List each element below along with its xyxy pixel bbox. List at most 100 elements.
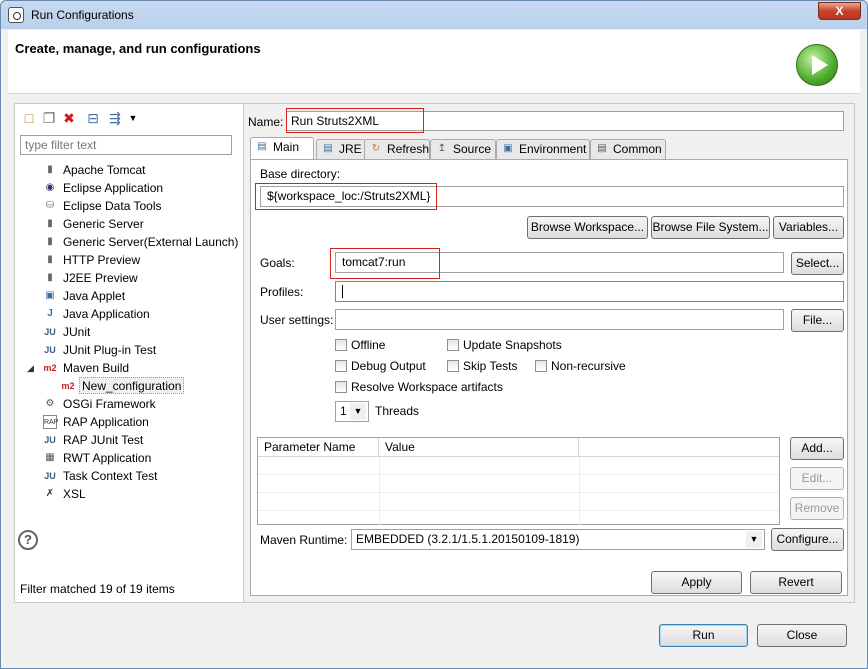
tree-item-eclipse-data-tools[interactable]: ⛁ Eclipse Data Tools [15,197,243,215]
delete-config-icon[interactable]: ✖ [61,110,77,126]
junit-plugin-icon: JU [44,345,56,355]
parameters-table[interactable]: Parameter Name Value [257,437,780,525]
tree-item-generic-server[interactable]: ▮ Generic Server [15,215,243,233]
browse-file-system-button[interactable]: Browse File System... [651,216,770,239]
tree-item-label: RWT Application [63,451,152,465]
tree-item-label: Apache Tomcat [63,163,146,177]
tree-item-rap-application[interactable]: RAP RAP Application [15,413,243,431]
close-window-button[interactable]: X [818,2,861,20]
base-directory-input[interactable]: ${workspace_loc:/Struts2XML} [260,186,844,207]
variables-button[interactable]: Variables... [773,216,844,239]
tree-item-task-context-test[interactable]: JU Task Context Test [15,467,243,485]
tree-item-j2ee-preview[interactable]: ▮ J2EE Preview [15,269,243,287]
text-caret [342,285,343,299]
tree-item-xsl[interactable]: ✗ XSL [15,485,243,503]
expanded-twisty-icon[interactable]: ◢ [27,359,37,377]
help-icon[interactable]: ? [18,530,38,550]
tab-common[interactable]: ▤ Common [590,139,666,159]
duplicate-config-icon[interactable]: ❐ [41,110,57,126]
browse-workspace-button[interactable]: Browse Workspace... [527,216,648,239]
tree-item-label: Java Applet [63,289,126,303]
tree-item-label: Eclipse Application [63,181,164,195]
edit-parameter-button[interactable]: Edit... [790,467,844,490]
tree-item-http-preview[interactable]: ▮ HTTP Preview [15,251,243,269]
tree-item-junit-plugin-test[interactable]: JU JUnit Plug-in Test [15,341,243,359]
file-button[interactable]: File... [791,309,844,332]
tree-item-label: Java Application [63,307,150,321]
header-divider [258,456,779,457]
apply-button[interactable]: Apply [651,571,742,594]
new-config-icon[interactable]: □ [21,110,37,126]
param-name-header[interactable]: Parameter Name [258,438,379,456]
update-snapshots-checkbox[interactable]: Update Snapshots [447,337,562,353]
offline-checkbox[interactable]: Offline [335,337,385,353]
tree-item-generic-server-external[interactable]: ▮ Generic Server(External Launch) [15,233,243,251]
user-settings-input[interactable] [335,309,784,330]
checkbox-box [335,381,347,393]
refresh-icon: ↻ [371,143,381,154]
tree-item-label: RAP JUnit Test [63,433,144,447]
dialog-heading: Create, manage, and run configurations [15,41,261,56]
tab-refresh[interactable]: ↻ Refresh [364,139,430,159]
close-button[interactable]: Close [757,624,847,647]
collapse-all-icon[interactable]: ⊟ [85,110,101,126]
main-tab-icon: ▤ [257,141,267,152]
goals-input[interactable]: tomcat7:run [335,252,784,273]
config-tabs: ▤ Main ▤ JRE ↻ Refresh ↥ Source ▣ Enviro… [250,137,850,160]
maven-icon: m2 [61,381,75,391]
tree-item-maven-build[interactable]: ◢ m2 Maven Build [15,359,243,377]
profiles-input[interactable] [335,281,844,302]
title-bar: Run Configurations X [1,1,867,29]
dialog-header: Create, manage, and run configurations [8,30,860,94]
tab-jre[interactable]: ▤ JRE [316,139,366,159]
remove-parameter-button[interactable]: Remove [790,497,844,520]
jre-icon: ▤ [323,143,333,154]
tab-source[interactable]: ↥ Source [430,139,496,159]
chevron-down-icon: ▼ [350,403,366,420]
tab-environment[interactable]: ▣ Environment [496,139,590,159]
checkbox-label: Update Snapshots [463,338,562,352]
tree-item-label: JUnit Plug-in Test [63,343,157,357]
skip-tests-checkbox[interactable]: Skip Tests [447,358,517,374]
resolve-workspace-checkbox[interactable]: Resolve Workspace artifacts [335,379,503,395]
chevron-down-icon[interactable]: ▼ [125,110,141,126]
revert-button[interactable]: Revert [750,571,842,594]
dialog-body: □ ❐ ✖ ⊟ ⇶ ▼ ▮ Apache Tomcat ◉ Eclipse Ap… [8,95,860,655]
osgi-icon: ⚙ [45,398,55,409]
debug-output-checkbox[interactable]: Debug Output [335,358,426,374]
checkbox-label: Offline [351,338,386,352]
maven-runtime-select[interactable]: EMBEDDED (3.2.1/1.5.1.20150109-1819) ▼ [351,529,765,550]
tree-item-label: Generic Server [63,217,144,231]
name-input[interactable]: Run Struts2XML [286,111,844,131]
checkbox-label: Resolve Workspace artifacts [351,380,503,394]
name-label: Name: [248,115,284,129]
configure-runtime-button[interactable]: Configure... [771,528,844,551]
tab-label: Environment [519,142,587,156]
filter-input[interactable] [20,135,232,155]
threads-select[interactable]: 1 ▼ [335,401,369,422]
non-recursive-checkbox[interactable]: Non-recursive [535,358,626,374]
add-parameter-button[interactable]: Add... [790,437,844,460]
tree-item-rwt-application[interactable]: ▦ RWT Application [15,449,243,467]
tree-item-rap-junit-test[interactable]: JU RAP JUnit Test [15,431,243,449]
param-value-header[interactable]: Value [379,438,579,456]
eclipse-icon: ◉ [45,182,55,193]
tree-item-eclipse-application[interactable]: ◉ Eclipse Application [15,179,243,197]
checkbox-box [535,360,547,372]
checkbox-label: Skip Tests [463,359,518,373]
select-goals-button[interactable]: Select... [791,252,844,275]
main-tab-content: Base directory: ${workspace_loc:/Struts2… [250,159,848,596]
run-button[interactable]: Run [659,624,748,647]
tree-item-new-configuration[interactable]: m2 New_configuration [15,377,243,395]
configuration-editor-panel: Name: Run Struts2XML ▤ Main ▤ JRE ↻ Refr… [243,103,855,603]
tab-main[interactable]: ▤ Main [250,137,314,160]
rap-icon: RAP [43,415,58,429]
tree-item-label: Task Context Test [63,469,158,483]
tree-item-java-application[interactable]: J Java Application [15,305,243,323]
filter-icon[interactable]: ⇶ [107,110,123,126]
tree-item-apache-tomcat[interactable]: ▮ Apache Tomcat [15,161,243,179]
tree-item-junit[interactable]: JU JUnit [15,323,243,341]
tree-item-osgi-framework[interactable]: ⚙ OSGi Framework [15,395,243,413]
tree-item-java-applet[interactable]: ▣ Java Applet [15,287,243,305]
server-icon: ▮ [47,218,53,229]
